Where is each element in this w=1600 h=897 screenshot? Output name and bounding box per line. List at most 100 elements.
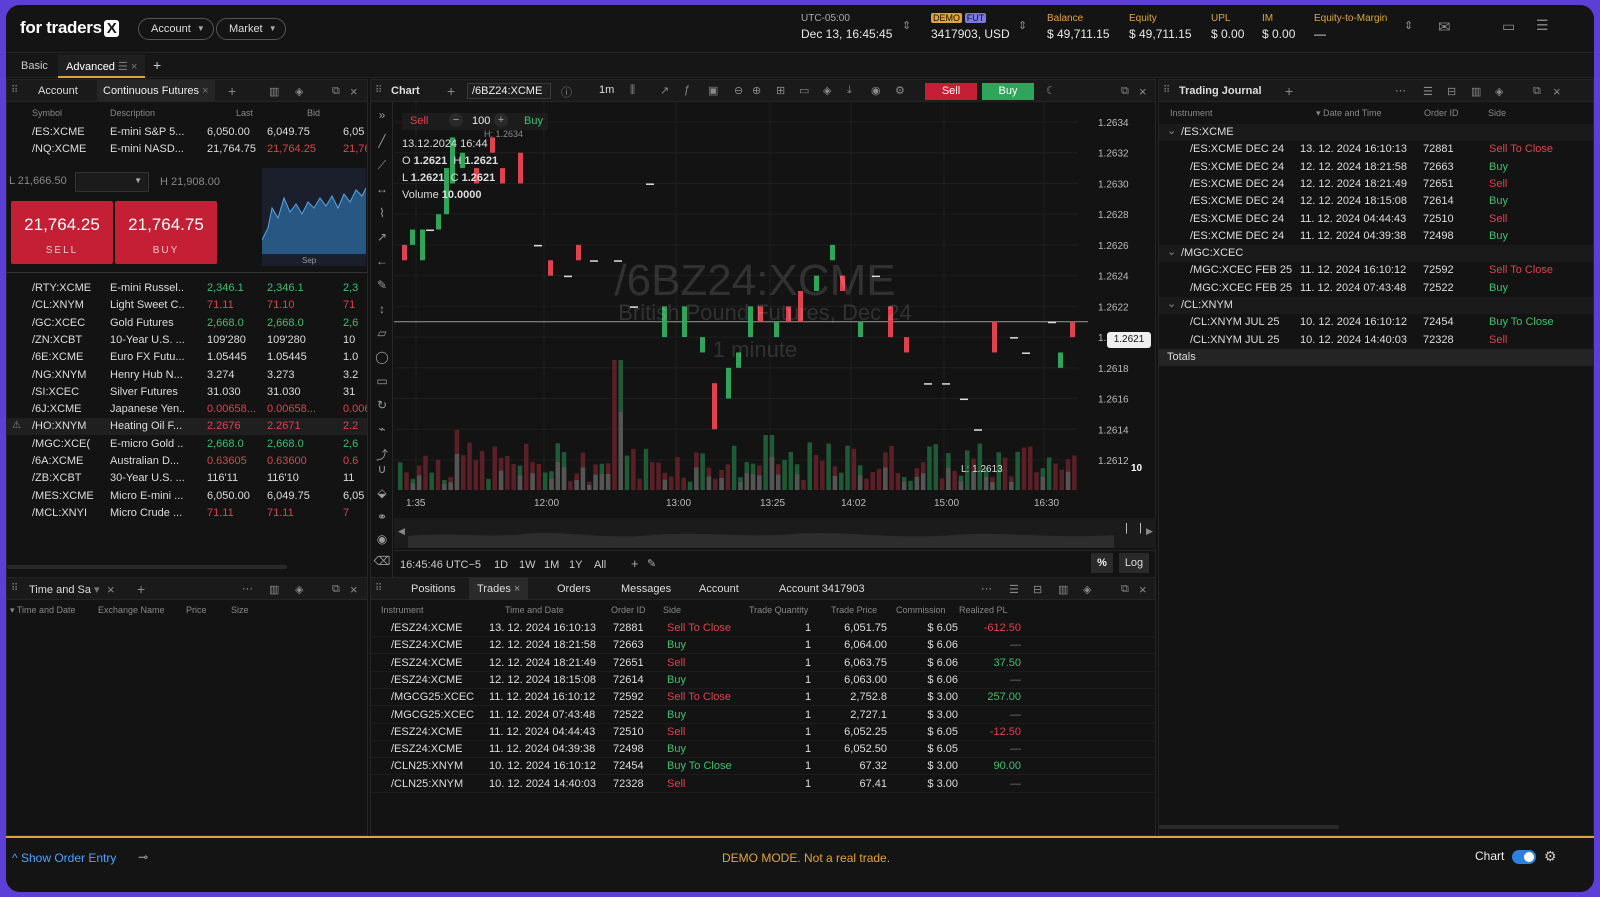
journal-row[interactable]: /CL:XNYM JUL 25 10. 12. 2024 16:10:12 7245… bbox=[1159, 314, 1593, 331]
vline-tool-icon[interactable]: ↕ bbox=[371, 302, 393, 316]
fx-icon[interactable]: ƒ bbox=[684, 84, 690, 96]
range-all[interactable]: All bbox=[594, 559, 606, 571]
link-icon[interactable]: ◈ bbox=[295, 583, 303, 596]
trade-row[interactable]: /CLN25:XNYM 10. 12. 2024 14:40:03 72328 Sel… bbox=[371, 776, 1155, 793]
close-icon[interactable]: × bbox=[1139, 84, 1147, 99]
trade-row[interactable]: /MGCG25:XCEC 11. 12. 2024 07:43:48 72522 Bu… bbox=[371, 707, 1155, 724]
popout-icon[interactable]: ⧉ bbox=[332, 583, 340, 596]
range-1m[interactable]: 1M bbox=[544, 559, 559, 571]
download-icon[interactable]: ⤓ bbox=[847, 84, 852, 97]
nav-left-icon[interactable]: ◀ bbox=[398, 526, 405, 537]
journal-row[interactable]: /ES:XCME DEC 24 12. 12. 2024 18:21:49 7265… bbox=[1159, 176, 1593, 193]
h-scrollbar[interactable] bbox=[1159, 825, 1339, 829]
close-icon[interactable]: × bbox=[1139, 582, 1147, 597]
journal-row[interactable]: /ES:XCME DEC 24 12. 12. 2024 18:21:58 7266… bbox=[1159, 159, 1593, 176]
popout-icon[interactable]: ⧉ bbox=[332, 85, 340, 98]
journal-group[interactable]: ⌄ /ES:XCME bbox=[1159, 124, 1593, 141]
drag-handle-icon[interactable]: ⠿ bbox=[11, 583, 18, 594]
watchlist-row[interactable]: ⚠ /HO:XNYM Heating Oil F... 2.2676 2.2671 2.2 bbox=[7, 418, 367, 436]
mail-icon[interactable]: ✉ bbox=[1438, 18, 1451, 36]
more-icon[interactable]: ⋯ bbox=[1395, 84, 1406, 97]
col-size[interactable]: Size bbox=[231, 605, 249, 615]
columns-icon[interactable]: ▥ bbox=[269, 85, 279, 98]
col-time-and-date[interactable]: Time and Date bbox=[505, 605, 564, 615]
filter-icon[interactable]: ⊟ bbox=[1447, 85, 1456, 98]
layout-icon[interactable]: ▭ bbox=[1502, 18, 1515, 35]
trade-row[interactable]: /ESZ24:XCME 11. 12. 2024 04:39:38 72498 Buy… bbox=[371, 741, 1155, 759]
drag-handle-icon[interactable]: ⠿ bbox=[375, 583, 382, 594]
expand-icon[interactable]: » bbox=[371, 108, 393, 122]
trade-row[interactable]: /ESZ24:XCME 12. 12. 2024 18:21:58 72663 Buy… bbox=[371, 637, 1155, 655]
account-menu[interactable]: Account ▼ bbox=[138, 18, 214, 40]
list-icon[interactable]: ☰ bbox=[1423, 85, 1433, 98]
layers-icon[interactable]: ◈ bbox=[823, 84, 831, 97]
add-icon[interactable]: + bbox=[137, 581, 145, 597]
tab-advanced[interactable]: Advanced ☰ × bbox=[58, 54, 146, 78]
template-icon[interactable]: ▣ bbox=[708, 84, 718, 97]
layout-icon[interactable]: ⊞ bbox=[776, 84, 785, 97]
popout-icon[interactable]: ⧉ bbox=[1121, 583, 1129, 596]
chevron-down-icon[interactable]: ⌄ bbox=[1167, 245, 1176, 258]
watchlist-row[interactable]: /CL:XNYM Light Sweet C... 71.11 71.10 71 bbox=[7, 297, 367, 314]
popout-icon[interactable]: ⧉ bbox=[1121, 85, 1129, 98]
watchlist-row[interactable]: /ZN:XCBT 10-Year U.S. ... 109'280 109'280 10 bbox=[7, 332, 367, 349]
symbol-input[interactable]: /6BZ24:XCME bbox=[467, 83, 551, 99]
col-side[interactable]: Side bbox=[663, 605, 681, 615]
minus-icon[interactable]: − bbox=[449, 113, 463, 127]
plus-icon[interactable]: + bbox=[494, 113, 508, 127]
col-description[interactable]: Description bbox=[110, 108, 155, 118]
journal-row[interactable]: /CL:XNYM JUL 25 10. 12. 2024 14:40:03 7232… bbox=[1159, 332, 1593, 349]
col-instrument[interactable]: Instrument bbox=[381, 605, 424, 615]
col-bid[interactable]: Bid bbox=[307, 108, 320, 118]
col-exchange[interactable]: Exchange Name bbox=[98, 605, 165, 615]
menu-icon[interactable]: ☰ bbox=[118, 61, 128, 73]
col-trade-quantity[interactable]: Trade Quantity bbox=[749, 605, 808, 615]
moon-icon[interactable]: ☾ bbox=[1046, 84, 1056, 97]
tab-continuous-futures[interactable]: Continuous Futures × bbox=[97, 80, 215, 102]
ellipse-tool-icon[interactable]: ◯ bbox=[371, 350, 393, 364]
journal-row[interactable]: /MGC:XCEC FEB 25 11. 12. 2024 16:10:12 725… bbox=[1159, 262, 1593, 279]
box-tool-icon[interactable]: ▭ bbox=[371, 374, 393, 388]
col-symbol[interactable]: Symbol bbox=[32, 108, 62, 118]
folder-icon[interactable]: ▭ bbox=[799, 84, 809, 97]
add-icon[interactable]: + bbox=[447, 83, 455, 99]
eye-icon[interactable]: ◉ bbox=[371, 532, 393, 546]
popout-icon[interactable]: ⧉ bbox=[1533, 85, 1541, 98]
trade-row[interactable]: /ESZ24:XCME 13. 12. 2024 16:10:13 72881 Sel… bbox=[371, 620, 1155, 637]
link-icon[interactable]: ◈ bbox=[1083, 583, 1091, 596]
zoom-out-icon[interactable]: ⊖ bbox=[734, 84, 743, 97]
buy-button[interactable]: 21,764.75 BUY bbox=[115, 201, 217, 264]
col-order-id[interactable]: Order ID bbox=[611, 605, 646, 615]
nav-handle-left[interactable]: | bbox=[1125, 522, 1128, 534]
journal-row[interactable]: /ES:XCME DEC 24 12. 12. 2024 18:15:08 7261… bbox=[1159, 193, 1593, 210]
range-1d[interactable]: 1D bbox=[494, 559, 508, 571]
rect-tool-icon[interactable]: ▱ bbox=[371, 326, 393, 340]
journal-row[interactable]: /ES:XCME DEC 24 13. 12. 2024 16:10:13 7288… bbox=[1159, 141, 1593, 158]
trade-row[interactable]: /ESZ24:XCME 11. 12. 2024 04:44:43 72510 Sel… bbox=[371, 724, 1155, 741]
magnet-icon[interactable]: ∪ bbox=[371, 462, 393, 476]
brush-tool-icon[interactable]: ⌁ bbox=[371, 422, 393, 436]
col-time-date[interactable]: ▾ Time and Date bbox=[10, 605, 76, 616]
add-tab-icon[interactable]: + bbox=[153, 57, 161, 73]
journal-group[interactable]: ⌄ /CL:XNYM bbox=[1159, 297, 1593, 314]
col-price[interactable]: Price bbox=[186, 605, 207, 615]
line-tool-icon[interactable]: ╱ bbox=[371, 134, 393, 148]
journal-row[interactable]: /ES:XCME DEC 24 11. 12. 2024 04:39:38 7249… bbox=[1159, 228, 1593, 245]
close-icon[interactable]: × bbox=[350, 84, 358, 99]
trade-row[interactable]: /CLN25:XNYM 10. 12. 2024 16:10:12 72454 Buy… bbox=[371, 758, 1155, 776]
quick-buy[interactable]: Buy bbox=[524, 115, 543, 127]
close-icon[interactable]: × bbox=[131, 61, 137, 73]
sort-icon[interactable]: ⇕ bbox=[1018, 19, 1027, 32]
close-icon[interactable]: × bbox=[107, 582, 115, 597]
link-icon[interactable]: ⚭ bbox=[371, 510, 393, 524]
col-realized-pl[interactable]: Realized PL bbox=[959, 605, 1008, 615]
link-icon[interactable]: ◈ bbox=[1495, 85, 1503, 98]
close-icon[interactable]: × bbox=[202, 85, 208, 97]
chevron-down-icon[interactable]: ⌄ bbox=[1167, 124, 1176, 137]
more-icon[interactable]: ⋯ bbox=[242, 582, 253, 595]
interval-select[interactable]: 1m bbox=[599, 84, 614, 96]
tab-time-and-sales[interactable]: Time and Sa ▾ bbox=[29, 583, 100, 596]
arc-tool-icon[interactable]: ↻ bbox=[371, 398, 393, 412]
market-menu[interactable]: Market ▼ bbox=[216, 18, 286, 40]
watchlist-row[interactable]: /NG:XNYM Henry Hub N... 3.274 3.273 3.2 bbox=[7, 367, 367, 384]
